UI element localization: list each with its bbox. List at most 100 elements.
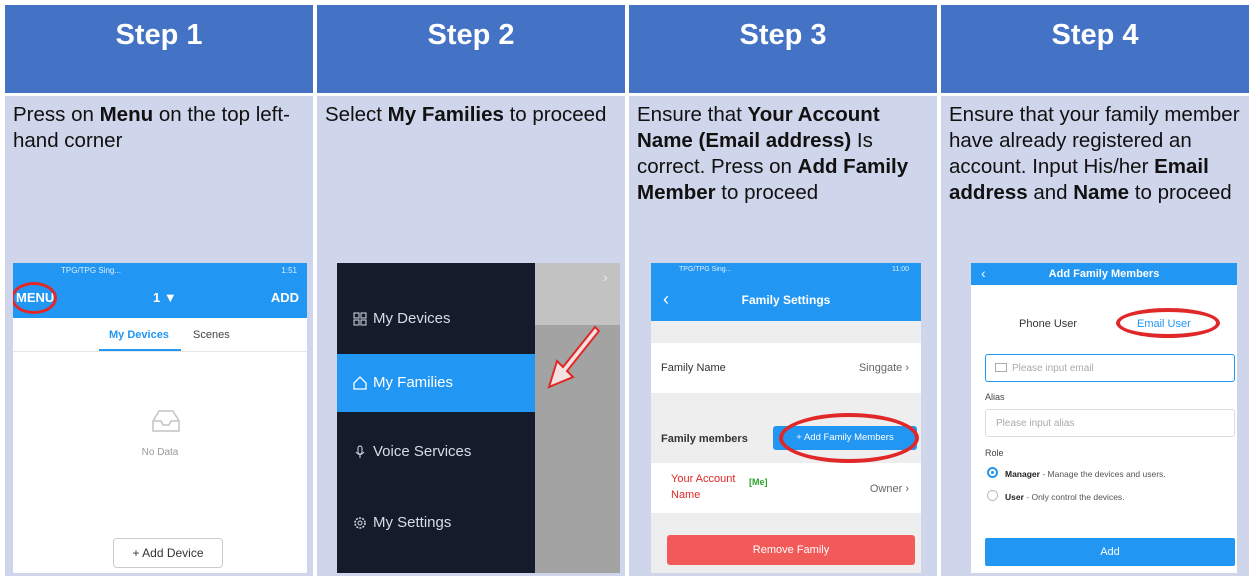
step-4-title: Step 4: [1051, 19, 1139, 51]
step-1-header: Step 1: [5, 5, 313, 93]
status-carrier: TPG/TPG Sing...: [679, 266, 732, 273]
step-4-column: Step 4 Ensure that your family member ha…: [941, 5, 1249, 576]
desc-text: to proceed: [715, 181, 819, 204]
step-4-panel: Ensure that your family member have alre…: [941, 96, 1249, 576]
step-3-screenshot: TPG/TPG Sing... 11:00 ‹ Family Settings F…: [651, 263, 921, 573]
user-option: User - Only control the devices.: [1005, 492, 1125, 502]
desc-text: to proceed: [1129, 181, 1232, 204]
chevron-right-icon: ›: [603, 269, 608, 285]
drawer-item-my-settings[interactable]: My Settings: [337, 494, 535, 552]
drawer-item-voice-services[interactable]: Voice Services: [337, 423, 535, 481]
family-members-label: Family members: [661, 433, 748, 445]
add-device-button[interactable]: + Add Device: [113, 538, 223, 568]
tab-bar: My Devices Scenes: [13, 318, 307, 352]
member-role: Owner ›: [870, 483, 909, 495]
user-radio[interactable]: [987, 490, 998, 501]
step-4-header: Step 4: [941, 5, 1249, 93]
alias-input[interactable]: Please input alias: [985, 409, 1235, 437]
owner-text: Owner: [869, 483, 903, 495]
add-button[interactable]: ADD: [271, 290, 299, 305]
me-badge: [Me]: [749, 477, 768, 487]
grid-icon: [353, 312, 367, 326]
drawer-item-label: My Families: [373, 374, 454, 391]
add-button[interactable]: Add: [985, 538, 1235, 566]
alias-label: Alias: [985, 392, 1005, 402]
email-input[interactable]: Please input email: [985, 354, 1235, 382]
family-name-text: Singgate: [858, 362, 903, 374]
step-3-header: Step 3: [629, 5, 937, 93]
home-icon: [353, 376, 367, 390]
status-carrier: TPG/TPG Sing...: [61, 266, 122, 275]
screen-title: Add Family Members: [1048, 268, 1160, 280]
mic-icon: [355, 445, 365, 458]
desc-text: Ensure that: [637, 103, 748, 126]
step-2-panel: Select My Families to proceed › My Devic…: [317, 96, 625, 576]
step-3-description: Ensure that Your Account Name (Email add…: [637, 102, 931, 206]
app-bar: MENU 1 ▼ ADD: [13, 280, 307, 318]
step-2-description: Select My Families to proceed: [325, 102, 619, 128]
step-3-column: Step 3 Ensure that Your Account Name (Em…: [629, 5, 937, 576]
drawer-item-label: My Devices: [373, 310, 451, 327]
step-1-column: Step 1 Press on Menu on the top left-han…: [5, 5, 313, 576]
member-row[interactable]: Your Account Name [Me] Owner ›: [651, 463, 921, 513]
drawer-item-my-devices[interactable]: My Devices: [337, 290, 535, 348]
step-2-screenshot: › My Devices My Families Voice Services …: [337, 263, 620, 573]
step-1-screenshot: TPG/TPG Sing... 1:51 MENU 1 ▼ ADD My Devi…: [13, 263, 307, 573]
drawer-item-my-families[interactable]: My Families: [337, 354, 535, 412]
drawer-item-label: Voice Services: [373, 443, 472, 460]
chevron-right-icon: ›: [905, 483, 909, 495]
pointer-arrow-icon: [547, 325, 601, 389]
desc-text: Select: [325, 103, 388, 126]
account-name-text: Your Account Name: [671, 473, 736, 501]
inbox-icon: [152, 410, 180, 432]
steps-grid: Step 1 Press on Menu on the top left-han…: [5, 5, 1249, 576]
app-bar: ‹ Add Family Members: [971, 263, 1237, 285]
step-4-screenshot: ‹ Add Family Members Phone User Email Us…: [971, 263, 1237, 573]
desc-bold: My Families: [387, 103, 504, 126]
tab-scenes[interactable]: Scenes: [193, 329, 230, 341]
highlight-circle: [779, 413, 919, 463]
tab-divider: [13, 351, 307, 352]
step-2-title: Step 2: [427, 19, 515, 51]
role-label: Role: [985, 448, 1004, 458]
user-desc: - Only control the devices.: [1023, 492, 1125, 502]
step-4-description: Ensure that your family member have alre…: [949, 102, 1243, 206]
manager-text: Manager: [1005, 469, 1040, 479]
manager-option: Manager - Manage the devices and users.: [1005, 469, 1166, 479]
status-bar: TPG/TPG Sing... 11:00: [651, 263, 921, 279]
step-1-title: Step 1: [115, 19, 203, 51]
desc-bold: Menu: [99, 103, 154, 126]
status-bar: TPG/TPG Sing... 1:51: [13, 263, 307, 280]
gear-icon: [354, 517, 366, 529]
family-name-value: Singgate ›: [859, 362, 909, 374]
status-time: 1:51: [281, 266, 297, 275]
app-bar: ‹ Family Settings: [651, 279, 921, 321]
step-2-column: Step 2 Select My Families to proceed › M…: [317, 5, 625, 576]
desc-bold: Name: [1073, 181, 1130, 204]
manager-radio[interactable]: [987, 467, 998, 478]
desc-text: Press on: [13, 103, 100, 126]
tab-my-devices[interactable]: My Devices: [109, 329, 169, 341]
step-3-panel: Ensure that Your Account Name (Email add…: [629, 96, 937, 576]
desc-text: to proceed: [503, 103, 607, 126]
step-3-title: Step 3: [739, 19, 827, 51]
drawer-item-label: My Settings: [373, 514, 452, 531]
highlight-circle: [13, 282, 57, 314]
family-name-label: Family Name: [661, 362, 726, 374]
status-time: 11:00: [892, 266, 909, 273]
screen-title: Family Settings: [741, 293, 831, 307]
manager-desc: - Manage the devices and users.: [1039, 469, 1166, 479]
family-name-row[interactable]: Family Name Singgate ›: [651, 343, 921, 393]
highlight-circle: [1116, 308, 1220, 338]
tab-phone-user[interactable]: Phone User: [1019, 318, 1077, 330]
mail-icon: [995, 363, 1007, 372]
step-1-panel: Press on Menu on the top left-hand corne…: [5, 96, 313, 576]
step-1-description: Press on Menu on the top left-hand corne…: [13, 102, 307, 154]
desc-text: and: [1027, 181, 1074, 204]
no-data-text: No Data: [141, 447, 179, 458]
family-selector[interactable]: 1 ▼: [153, 290, 177, 305]
remove-family-button[interactable]: Remove Family: [667, 535, 915, 565]
step-2-header: Step 2: [317, 5, 625, 93]
user-text: User: [1005, 492, 1024, 502]
chevron-right-icon: ›: [905, 362, 909, 374]
